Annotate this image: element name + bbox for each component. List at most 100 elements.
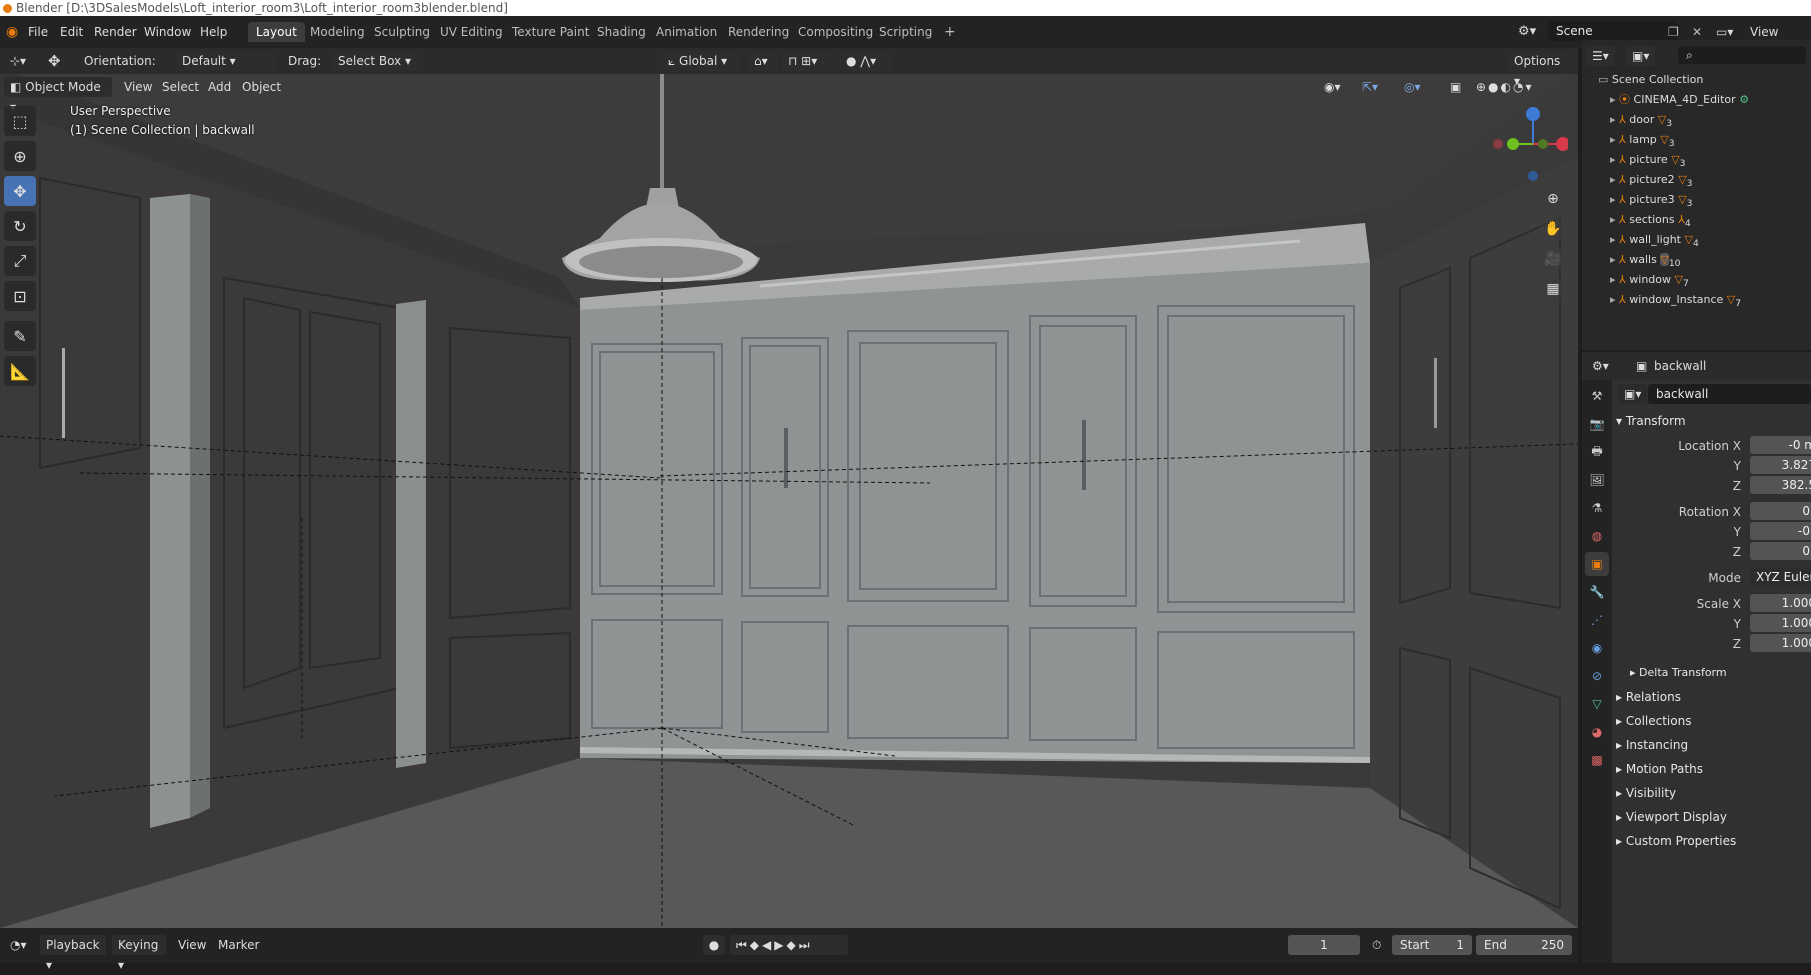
- timeline-view-menu[interactable]: View: [172, 935, 212, 955]
- annotate-tool-icon[interactable]: ✎: [4, 321, 36, 351]
- select-box-tool-icon[interactable]: ⬚: [4, 106, 36, 136]
- object-name-field[interactable]: backwall: [1648, 384, 1811, 404]
- outliner-item[interactable]: ▸ ⅄ window_Instance ▽7: [1610, 290, 1811, 310]
- move-tool-button[interactable]: ✥: [4, 176, 36, 206]
- visibility-icon[interactable]: ◉▾: [1318, 77, 1347, 97]
- location-z-field[interactable]: 382.5: [1750, 476, 1811, 494]
- outliner-search-input[interactable]: ⌕: [1678, 46, 1806, 64]
- expand-icon[interactable]: ▸: [1610, 113, 1616, 126]
- pivot-point-icon[interactable]: ⌂▾: [748, 51, 778, 71]
- expand-icon[interactable]: ▸: [1610, 253, 1616, 266]
- outliner-item[interactable]: ▸ ⅄ picture2 ▽3: [1610, 170, 1811, 190]
- viewport-display-panel-header[interactable]: ▸ Viewport Display: [1616, 806, 1727, 828]
- instancing-panel-header[interactable]: ▸ Instancing: [1616, 734, 1688, 756]
- expand-icon[interactable]: ▸: [1610, 293, 1616, 306]
- transform-panel-header[interactable]: ▾ Transform: [1616, 410, 1686, 432]
- menu-add[interactable]: Add: [202, 77, 237, 97]
- menu-edit[interactable]: Edit: [60, 22, 83, 42]
- outliner-root[interactable]: ▭ Scene Collection: [1598, 70, 1811, 90]
- motion-paths-panel-header[interactable]: ▸ Motion Paths: [1616, 758, 1703, 780]
- outliner-item[interactable]: ▸ ⅄ walls ▽10: [1610, 250, 1811, 270]
- expand-icon[interactable]: ▸: [1610, 213, 1616, 226]
- menu-window[interactable]: Window: [144, 22, 191, 42]
- scale-x-field[interactable]: 1.000: [1750, 594, 1811, 612]
- timeline-editor-type-icon[interactable]: ◔▾: [4, 935, 33, 955]
- custom-properties-panel-header[interactable]: ▸ Custom Properties: [1616, 830, 1736, 852]
- view-layer-name[interactable]: View Layer: [1750, 22, 1811, 59]
- menu-render[interactable]: Render: [94, 22, 137, 42]
- tab-rendering[interactable]: Rendering: [720, 22, 797, 42]
- 3d-viewport[interactable]: ⊹▾ ✥ Orientation: Default ▾ Drag: Select…: [0, 48, 1578, 928]
- xray-icon[interactable]: ▣: [1444, 77, 1467, 97]
- tab-layout[interactable]: Layout: [248, 22, 305, 42]
- scale-y-field[interactable]: 1.000: [1750, 614, 1811, 632]
- outliner-item[interactable]: ▸ ⅄ sections ⅄4: [1610, 210, 1811, 230]
- view-layer-icon[interactable]: ▭▾: [1716, 22, 1733, 42]
- menu-select[interactable]: Select: [156, 77, 205, 97]
- rotation-y-field[interactable]: -0°: [1750, 522, 1811, 540]
- scene-browse-icon[interactable]: ⚙▾: [1518, 22, 1536, 42]
- collections-panel-header[interactable]: ▸ Collections: [1616, 710, 1691, 732]
- tab-scripting[interactable]: Scripting: [871, 22, 940, 42]
- clock-icon[interactable]: ⏱: [1366, 935, 1387, 955]
- material-tab-icon[interactable]: ◕: [1585, 720, 1609, 744]
- end-frame-field[interactable]: End 250: [1476, 935, 1572, 955]
- delete-scene-icon[interactable]: ✕: [1692, 22, 1702, 42]
- outliner-item[interactable]: ▸ ⦿ CINEMA_4D_Editor ⚙: [1610, 90, 1811, 110]
- scale-z-field[interactable]: 1.000: [1750, 634, 1811, 652]
- outliner-item[interactable]: ▸ ⅄ door ▽3: [1610, 110, 1811, 130]
- visibility-panel-header[interactable]: ▸ Visibility: [1616, 782, 1676, 804]
- tool-icon[interactable]: ⊹▾: [4, 51, 32, 71]
- tab-uv-editing[interactable]: UV Editing: [432, 22, 511, 42]
- outliner-item[interactable]: ▸ ⅄ window ▽7: [1610, 270, 1811, 290]
- expand-icon[interactable]: ▸: [1610, 93, 1616, 106]
- drag-dropdown[interactable]: Select Box ▾: [332, 51, 422, 71]
- cursor-tool-icon[interactable]: ⊕: [4, 141, 36, 171]
- data-tab-icon[interactable]: ▽: [1585, 692, 1609, 716]
- tab-modeling[interactable]: Modeling: [302, 22, 373, 42]
- overlay-icon[interactable]: ◎▾: [1398, 77, 1427, 97]
- tab-compositing[interactable]: Compositing: [790, 22, 881, 42]
- location-y-field[interactable]: 3.827: [1750, 456, 1811, 474]
- playback-controls[interactable]: ⏮◆◀▶◆⏭: [730, 935, 848, 955]
- relations-panel-header[interactable]: ▸ Relations: [1616, 686, 1681, 708]
- expand-icon[interactable]: ▸: [1610, 193, 1616, 206]
- outliner-item[interactable]: ▸ ⅄ picture ▽3: [1610, 150, 1811, 170]
- constraints-tab-icon[interactable]: ⊘: [1585, 664, 1609, 688]
- scene-name-field[interactable]: Scene: [1548, 21, 1678, 41]
- expand-icon[interactable]: ▸: [1610, 133, 1616, 146]
- delta-transform-subpanel[interactable]: ▸ Delta Transform: [1630, 662, 1727, 684]
- location-x-field[interactable]: -0 m: [1750, 436, 1811, 454]
- new-scene-icon[interactable]: ❐: [1668, 22, 1679, 42]
- display-mode-icon[interactable]: ▣▾: [1626, 46, 1656, 66]
- pan-hand-icon[interactable]: ✋: [1540, 216, 1566, 242]
- menu-file[interactable]: File: [28, 22, 48, 42]
- gizmo-icon[interactable]: ⇱▾: [1356, 77, 1384, 97]
- outliner-item[interactable]: ▸ ⅄ lamp ▽3: [1610, 130, 1811, 150]
- record-button[interactable]: ●: [703, 935, 725, 955]
- expand-icon[interactable]: ▸: [1610, 273, 1616, 286]
- expand-icon[interactable]: ▸: [1610, 153, 1616, 166]
- marker-menu[interactable]: Marker: [212, 935, 265, 955]
- texture-tab-icon[interactable]: ▩: [1585, 748, 1609, 772]
- outliner-item[interactable]: ▸ ⅄ wall_light ▽4: [1610, 230, 1811, 250]
- blender-menu-icon[interactable]: ◉: [6, 22, 18, 42]
- current-frame-field[interactable]: 1: [1288, 935, 1360, 955]
- camera-view-icon[interactable]: 🎥: [1540, 246, 1566, 272]
- menu-help[interactable]: Help: [200, 22, 227, 42]
- shading-modes-icon[interactable]: ⊕●◐◔▾: [1470, 77, 1540, 97]
- object-data-dropdown-icon[interactable]: ▣▾: [1618, 384, 1648, 404]
- start-frame-field[interactable]: Start 1: [1392, 935, 1472, 955]
- outliner-item[interactable]: ▸ ⅄ picture3 ▽3: [1610, 190, 1811, 210]
- zoom-icon[interactable]: ⊕: [1540, 186, 1566, 212]
- snap-icon[interactable]: ⊓ ⊞▾: [782, 51, 834, 71]
- rotate-tool-icon[interactable]: ↻: [4, 211, 36, 241]
- menu-view[interactable]: View: [118, 77, 158, 97]
- transform-tool-icon[interactable]: ⊡: [4, 281, 36, 311]
- orientation-dropdown[interactable]: Default ▾: [176, 51, 276, 71]
- playback-menu[interactable]: Playback ▾: [40, 935, 106, 972]
- rotation-x-field[interactable]: 0°: [1750, 502, 1811, 520]
- menu-object[interactable]: Object: [236, 77, 287, 97]
- mode-dropdown[interactable]: ◧ Object Mode ▾: [4, 77, 112, 114]
- tab-shading[interactable]: Shading: [589, 22, 654, 42]
